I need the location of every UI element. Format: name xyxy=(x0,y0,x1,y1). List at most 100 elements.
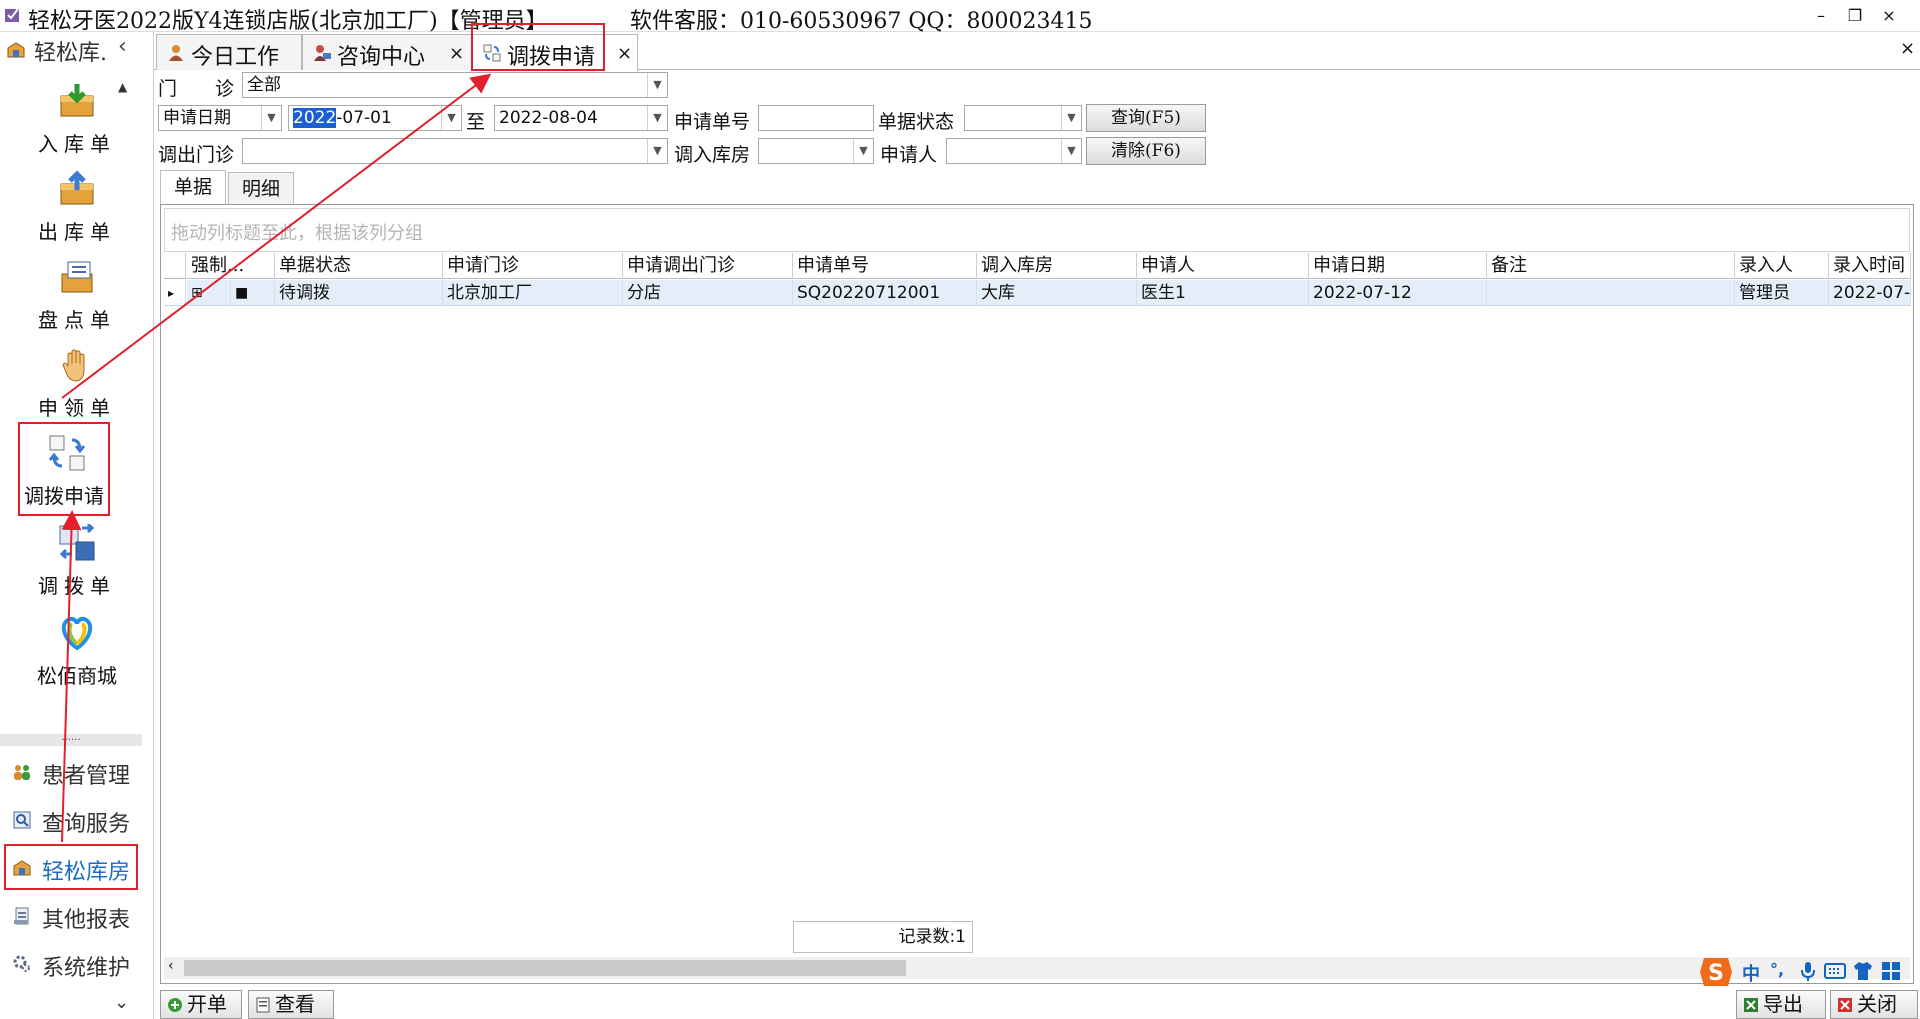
close-all-tabs-button[interactable]: × xyxy=(1900,38,1915,59)
row-force-checkbox[interactable]: ■ xyxy=(231,280,275,306)
tab-consult-center[interactable]: 咨询中心 × xyxy=(302,34,472,70)
ime-punctuation[interactable]: °, xyxy=(1770,960,1784,979)
grid-corner xyxy=(164,253,186,279)
column-header-create-time[interactable]: 录入时间 xyxy=(1829,253,1911,279)
column-header-status[interactable]: 单据状态 xyxy=(275,253,443,279)
column-header-creator[interactable]: 录入人 xyxy=(1735,253,1829,279)
column-header-remark[interactable]: 备注 xyxy=(1487,253,1735,279)
clear-button[interactable]: 清除(F6) xyxy=(1086,137,1206,165)
clinic-select[interactable]: 全部 ▼ xyxy=(242,72,668,98)
view-document-icon xyxy=(255,997,271,1013)
column-header-force[interactable]: 强制... xyxy=(187,253,275,279)
row-create-time-cell[interactable]: 2022-07- xyxy=(1829,280,1911,306)
sidebar-collapse-button[interactable]: ‹ xyxy=(118,34,127,59)
row-expand-button[interactable]: ⊞ xyxy=(187,280,231,306)
chevron-down-icon[interactable]: ▼ xyxy=(261,106,281,130)
column-header-clinic[interactable]: 申请门诊 xyxy=(443,253,623,279)
scrollbar-thumb[interactable] xyxy=(184,960,906,976)
tool-stock-out[interactable]: 出库单 xyxy=(8,170,146,250)
open-order-button[interactable]: 开单 xyxy=(160,990,242,1019)
inner-tab-documents[interactable]: 单据 xyxy=(160,170,226,204)
row-clinic-cell[interactable]: 北京加工厂 xyxy=(443,280,623,306)
ime-toolbar[interactable]: S 中 °, xyxy=(1698,954,1918,990)
microphone-icon[interactable] xyxy=(1798,960,1818,982)
date-from-input[interactable]: 2022-07-01 ▼ xyxy=(288,105,462,131)
chevron-down-icon[interactable]: ▼ xyxy=(647,106,667,130)
nav-other-reports-label: 其他报表 xyxy=(42,908,131,933)
chevron-down-icon[interactable]: ▼ xyxy=(853,139,873,163)
tool-inventory-label: 盘点单 xyxy=(38,308,116,332)
export-button[interactable]: 导出 xyxy=(1736,990,1826,1019)
nav-other-reports[interactable]: 其他报表 xyxy=(8,896,144,936)
column-header-in-store[interactable]: 调入库房 xyxy=(977,253,1137,279)
close-window-button[interactable]: × xyxy=(1874,4,1904,28)
sogou-logo-icon: S xyxy=(1698,954,1734,990)
row-out-clinic-cell[interactable]: 分店 xyxy=(623,280,793,306)
close-page-label: 关闭 xyxy=(1857,992,1897,1016)
tool-requisition[interactable]: 申领单 xyxy=(8,346,146,426)
row-creator-cell[interactable]: 管理员 xyxy=(1735,280,1829,306)
scroll-left-button[interactable]: ‹ xyxy=(168,958,174,974)
tab-transfer-request[interactable]: 调拨申请 × xyxy=(471,23,638,71)
tab-transfer-request-label: 调拨申请 xyxy=(507,45,596,70)
inner-tab-details[interactable]: 明细 xyxy=(228,172,294,204)
close-page-button[interactable]: 关闭 xyxy=(1830,990,1918,1019)
tool-transfer-request[interactable]: 调拨申请 xyxy=(18,422,110,516)
in-store-label: 调入库房 xyxy=(674,144,751,166)
chevron-down-icon[interactable]: ▼ xyxy=(441,106,461,130)
column-header-apply-date[interactable]: 申请日期 xyxy=(1309,253,1487,279)
in-store-select[interactable]: ▼ xyxy=(758,138,874,164)
query-icon xyxy=(12,810,32,830)
data-grid: 拖动列标题至此，根据该列分组 强制... 单据状态 申请门诊 申请调出门诊 申请… xyxy=(160,204,1914,984)
date-to-input[interactable]: 2022-08-04 ▼ xyxy=(494,105,668,131)
status-select[interactable]: ▼ xyxy=(964,105,1082,131)
svg-text:S: S xyxy=(1708,961,1724,986)
skin-shirt-icon[interactable] xyxy=(1852,960,1874,982)
column-header-apply-no[interactable]: 申请单号 xyxy=(793,253,977,279)
horizontal-scrollbar[interactable]: ‹ xyxy=(164,957,1910,979)
tool-transfer[interactable]: 调拨单 xyxy=(8,524,146,604)
nav-warehouse[interactable]: 轻松库房 xyxy=(4,844,138,890)
chevron-down-icon[interactable]: ▼ xyxy=(1061,139,1081,163)
row-in-store-cell[interactable]: 大库 xyxy=(977,280,1137,306)
group-by-panel[interactable]: 拖动列标题至此，根据该列分组 xyxy=(164,208,1910,252)
nav-query-service[interactable]: 查询服务 xyxy=(8,800,144,840)
row-apply-no-cell[interactable]: SQ20220712001 xyxy=(793,280,977,306)
view-button[interactable]: 查看 xyxy=(248,990,334,1019)
toolbox-grid-icon[interactable] xyxy=(1880,960,1902,982)
apply-no-input[interactable] xyxy=(758,105,874,131)
nav-patient-management[interactable]: 患者管理 xyxy=(8,752,144,792)
out-clinic-select[interactable]: ▼ xyxy=(242,138,668,164)
tab-today-work[interactable]: 今日工作 xyxy=(156,34,302,70)
tool-mall[interactable]: 松佰商城 xyxy=(8,614,146,694)
sidebar-separator[interactable]: ...... xyxy=(0,733,142,746)
row-applicant-cell[interactable]: 医生1 xyxy=(1137,280,1309,306)
keyboard-icon[interactable] xyxy=(1824,962,1846,980)
tool-stock-in[interactable]: 入库单 xyxy=(8,82,146,162)
transfer-icon xyxy=(58,524,96,562)
row-remark-cell[interactable] xyxy=(1487,280,1735,306)
chevron-down-icon[interactable]: ▼ xyxy=(647,73,667,97)
query-button[interactable]: 查询(F5) xyxy=(1086,104,1206,132)
tool-inventory[interactable]: 盘点单 xyxy=(8,258,146,338)
tab-consult-center-close[interactable]: × xyxy=(449,43,464,64)
tab-transfer-request-close[interactable]: × xyxy=(617,43,632,64)
row-apply-date-cell[interactable]: 2022-07-12 xyxy=(1309,280,1487,306)
tab-consult-center-label: 咨询中心 xyxy=(337,45,426,70)
title-bar: 轻松牙医2022版Y4连锁店版(北京加工厂)【管理员】 软件客服：010-605… xyxy=(0,0,1920,34)
row-status-cell[interactable]: 待调拨 xyxy=(275,280,443,306)
nav-query-service-label: 查询服务 xyxy=(42,812,131,837)
applicant-select[interactable]: ▼ xyxy=(946,138,1082,164)
ime-lang-toggle[interactable]: 中 xyxy=(1742,960,1760,986)
minimize-button[interactable]: – xyxy=(1806,4,1836,28)
sidebar-scroll-down[interactable]: ⌄ xyxy=(114,992,129,1013)
restore-button[interactable]: ❐ xyxy=(1840,4,1870,28)
column-header-out-clinic[interactable]: 申请调出门诊 xyxy=(623,253,793,279)
nav-patient-management-label: 患者管理 xyxy=(42,764,131,789)
column-header-applicant[interactable]: 申请人 xyxy=(1137,253,1309,279)
app-logo-icon xyxy=(4,6,22,24)
nav-system-maintenance[interactable]: 系统维护 xyxy=(8,944,144,984)
chevron-down-icon[interactable]: ▼ xyxy=(1061,106,1081,130)
date-type-select[interactable]: 申请日期 ▼ xyxy=(158,105,282,131)
chevron-down-icon[interactable]: ▼ xyxy=(647,139,667,163)
